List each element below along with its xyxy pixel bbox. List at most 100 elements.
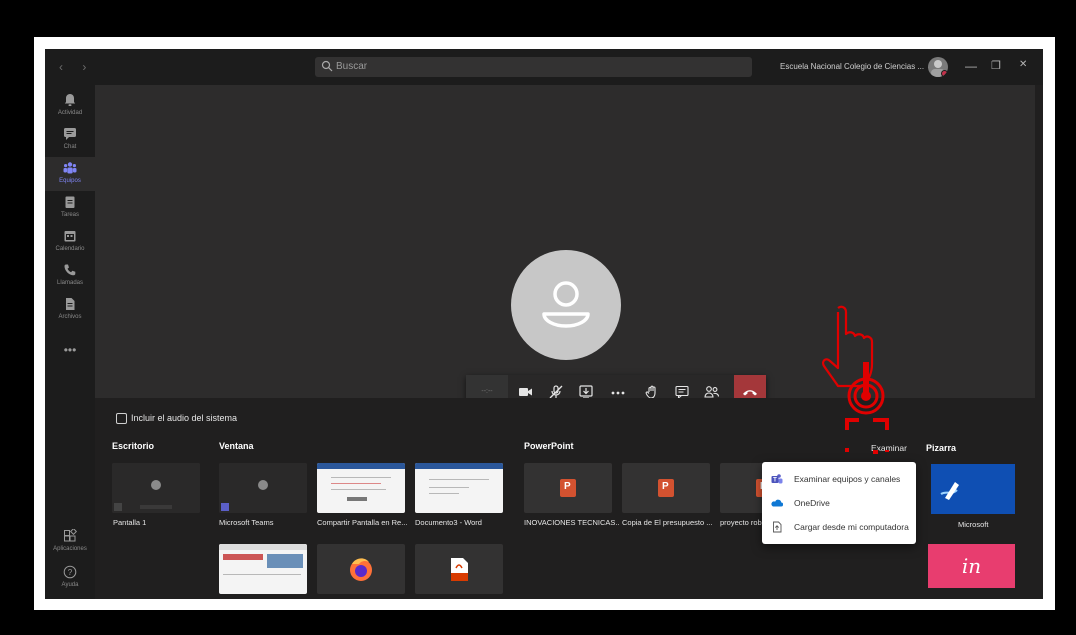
rail-item-label: Actividad (57, 110, 83, 116)
menu-item-label: Cargar desde mi computadora (794, 522, 909, 532)
text-line (429, 479, 489, 480)
window-tile[interactable] (317, 544, 405, 594)
more-apps-button[interactable]: ••• (45, 343, 95, 357)
window-section-title: Ventana (219, 441, 254, 451)
powerpoint-icon (560, 479, 576, 497)
participants-icon (704, 386, 720, 398)
chat-icon (64, 128, 76, 140)
onedrive-icon (771, 499, 783, 507)
upload-icon (773, 521, 782, 533)
text-line (429, 493, 459, 494)
rail-item-calls[interactable]: Llamadas (45, 259, 95, 293)
teams-window-thumbnail-icon (219, 463, 307, 513)
window-tile[interactable] (219, 463, 307, 513)
rail-item-calendar[interactable]: Calendario (45, 225, 95, 259)
powerpoint-tile-label: INOVACIONES TECNICAS... (524, 518, 619, 527)
window-tile-label: Documento3 - Word (415, 518, 482, 527)
whiteboard-tile[interactable] (931, 464, 1015, 514)
svg-text:?: ? (68, 568, 73, 577)
hand-icon (645, 385, 656, 399)
rail-item-label: Aplicaciones (53, 546, 87, 552)
camera-icon (519, 388, 532, 396)
window-tile[interactable] (219, 544, 307, 594)
phone-icon (64, 264, 76, 276)
whiteboard-tile-label: Microsoft (958, 520, 989, 529)
system-audio-label: Incluir el audio del sistema (131, 413, 238, 423)
assignments-icon (65, 196, 75, 208)
search-box[interactable]: Buscar (315, 57, 752, 77)
maximize-button[interactable]: ❐ (991, 59, 1001, 72)
menu-item-label: Examinar equipos y canales (794, 474, 901, 484)
window-tile-label: Microsoft Teams (219, 518, 274, 527)
annotation-pointer-icon (822, 305, 889, 454)
rail-item-teams[interactable]: Equipos (45, 157, 95, 191)
more-icon (611, 391, 625, 395)
desktop-section-title: Escritorio (112, 441, 155, 451)
minimize-button[interactable]: — (965, 59, 977, 73)
powerpoint-tile[interactable] (622, 463, 710, 513)
participant-avatar (511, 250, 621, 360)
hang-up-icon (743, 390, 757, 396)
rail-item-apps[interactable]: Aplicaciones (45, 525, 95, 559)
window-tile[interactable] (317, 463, 405, 513)
user-avatar[interactable] (928, 57, 948, 77)
apps-icon (64, 529, 77, 542)
rail-item-label: Equipos (59, 178, 81, 184)
app-rail: Actividad Chat Equipos Tareas Calendario… (45, 85, 95, 599)
person-icon (542, 281, 590, 328)
text-line (223, 574, 301, 575)
rail-item-label: Chat (63, 144, 77, 150)
window-tile[interactable] (415, 544, 503, 594)
whiteboard-icon (940, 482, 959, 500)
svg-text:T: T (773, 478, 777, 484)
browse-teams-channels-item[interactable]: T Examinar equipos y canales (762, 467, 916, 491)
rail-item-help[interactable]: ? Ayuda (45, 561, 95, 595)
browse-menu: T Examinar equipos y canales OneDrive Ca… (762, 462, 916, 544)
calendar-icon (64, 231, 76, 242)
rail-item-label: Tareas (60, 212, 79, 218)
microphone-off-icon (549, 385, 563, 399)
text-line (331, 489, 386, 490)
screen-thumbnail-icon (112, 463, 200, 513)
rail-item-assignments[interactable]: Tareas (45, 191, 95, 225)
page-block (223, 554, 263, 560)
desktop-tile[interactable] (112, 463, 200, 513)
upload-from-computer-item[interactable]: Cargar desde mi computadora (762, 515, 916, 539)
text-line (347, 497, 367, 501)
rail-item-label: Ayuda (61, 582, 79, 588)
window-tile-label: Compartir Pantalla en Re... (317, 518, 408, 527)
powerpoint-tile[interactable] (524, 463, 612, 513)
back-forward-arrows[interactable]: ‹ › (59, 60, 94, 74)
powerpoint-section-title: PowerPoint (524, 441, 574, 451)
status-badge (941, 70, 948, 77)
document-thumbnail (415, 463, 503, 513)
search-icon (321, 60, 333, 72)
rail-item-label: Calendario (55, 246, 85, 252)
search-placeholder: Buscar (336, 61, 368, 72)
onedrive-item[interactable]: OneDrive (762, 491, 916, 515)
help-icon: ? (63, 565, 77, 579)
pdf-icon (451, 558, 468, 581)
system-audio-checkbox[interactable] (116, 413, 127, 424)
rail-item-activity[interactable]: Actividad (45, 89, 95, 123)
page-block (267, 554, 303, 568)
window-tile[interactable] (415, 463, 503, 513)
share-screen-icon (579, 385, 593, 399)
text-line (429, 487, 469, 488)
rail-item-chat[interactable]: Chat (45, 123, 95, 157)
menu-item-label: OneDrive (794, 498, 830, 508)
rail-item-files[interactable]: Archivos (45, 293, 95, 327)
files-icon (66, 298, 75, 310)
text-line (331, 477, 391, 478)
close-button[interactable]: ✕ (1019, 59, 1027, 70)
document-thumbnail (317, 463, 405, 513)
bell-icon (64, 94, 76, 106)
conversation-icon (675, 385, 689, 400)
invision-tile[interactable]: in (928, 544, 1015, 588)
browser-toolbar (219, 544, 307, 550)
teams-icon (63, 162, 77, 174)
powerpoint-tile-label: Copia de El presupuesto ... (622, 518, 713, 527)
word-ribbon (415, 463, 503, 469)
organization-switcher[interactable]: Escuela Nacional Colegio de Ciencias ...… (780, 62, 933, 71)
rail-item-label: Archivos (58, 314, 82, 320)
